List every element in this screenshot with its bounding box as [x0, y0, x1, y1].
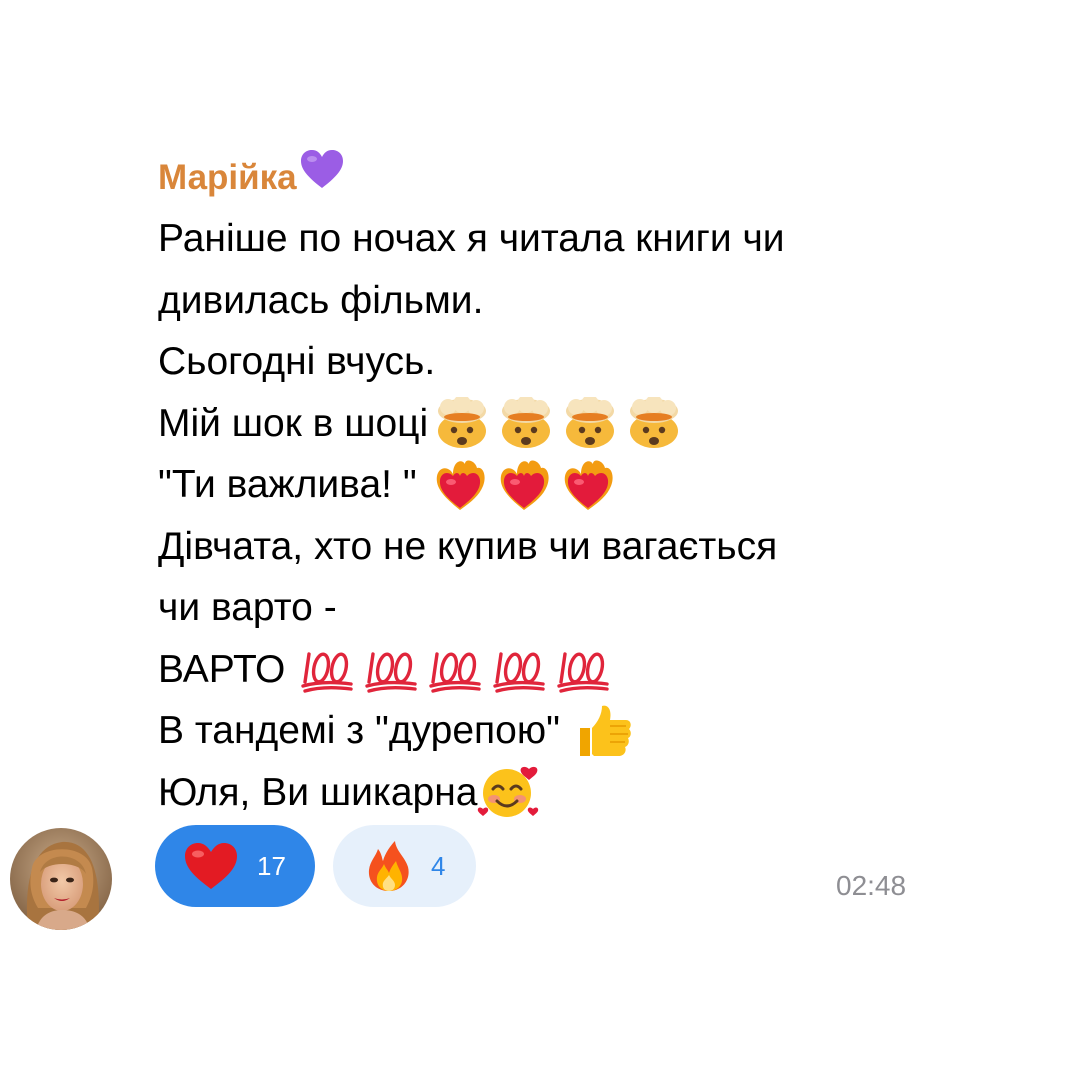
- smiling-face-with-hearts-icon: [478, 767, 539, 818]
- heart-on-fire-emoji-group: [431, 456, 621, 514]
- hundred-points-icon: [301, 651, 610, 693]
- fire-icon: [368, 841, 409, 891]
- reactions-bar: 17 4: [155, 825, 476, 907]
- message-line-hearts: "Ти важлива! ": [158, 454, 958, 516]
- message-line-text: В тандемі з "дурепою": [158, 709, 560, 752]
- message-line: Дівчата, хто не купив чи вагається: [158, 524, 778, 568]
- message-bubble: Марійка Раніше по ночах я читала книги ч…: [158, 148, 958, 823]
- message-line: дивилась фільми.: [158, 278, 484, 322]
- red-heart-icon: [185, 843, 237, 889]
- sender-row[interactable]: Марійка: [158, 148, 958, 208]
- message-line-text: "Ти важлива! ": [158, 463, 417, 506]
- thumbs-up-emoji-group: [574, 702, 634, 760]
- message-line-smile: Юля, Ви шикарна: [158, 762, 958, 824]
- avatar[interactable]: [10, 828, 112, 930]
- sender-name[interactable]: Марійка: [158, 148, 297, 208]
- message-line-thumbs: В тандемі з "дурепою": [158, 700, 958, 762]
- chat-message-screen: Марійка Раніше по ночах я читала книги ч…: [0, 0, 1080, 1080]
- message-line: Раніше по ночах я читала книги чи: [158, 217, 785, 260]
- message-line-varto: ВАРТО: [158, 639, 958, 701]
- thumbs-up-icon: [579, 705, 631, 756]
- purple-heart-icon: [299, 148, 345, 209]
- message-line: Сьогодні вчусь.: [158, 340, 436, 383]
- message-timestamp: 02:48: [836, 870, 907, 901]
- exploding-head-icon: [438, 397, 679, 449]
- exploding-head-emoji-group: [432, 397, 688, 449]
- reaction-fire-button[interactable]: 4: [333, 825, 476, 907]
- message-line: чи варто -: [158, 586, 337, 629]
- avatar-photo: [10, 828, 112, 930]
- smiling-face-with-hearts-emoji-group: [477, 763, 539, 821]
- reaction-heart-button[interactable]: 17: [155, 825, 315, 907]
- message-line-text: ВАРТО: [158, 647, 286, 691]
- hundred-points-emoji-group: [301, 644, 611, 694]
- message-line-text: Юля, Ви шикарна: [158, 770, 478, 814]
- reaction-count: 4: [431, 850, 446, 881]
- message-line-text: Мій шок в шоці: [158, 401, 429, 445]
- heart-on-fire-icon: [436, 460, 613, 510]
- message-line-shock: Мій шок в шоці: [158, 393, 958, 455]
- reaction-count: 17: [257, 850, 286, 881]
